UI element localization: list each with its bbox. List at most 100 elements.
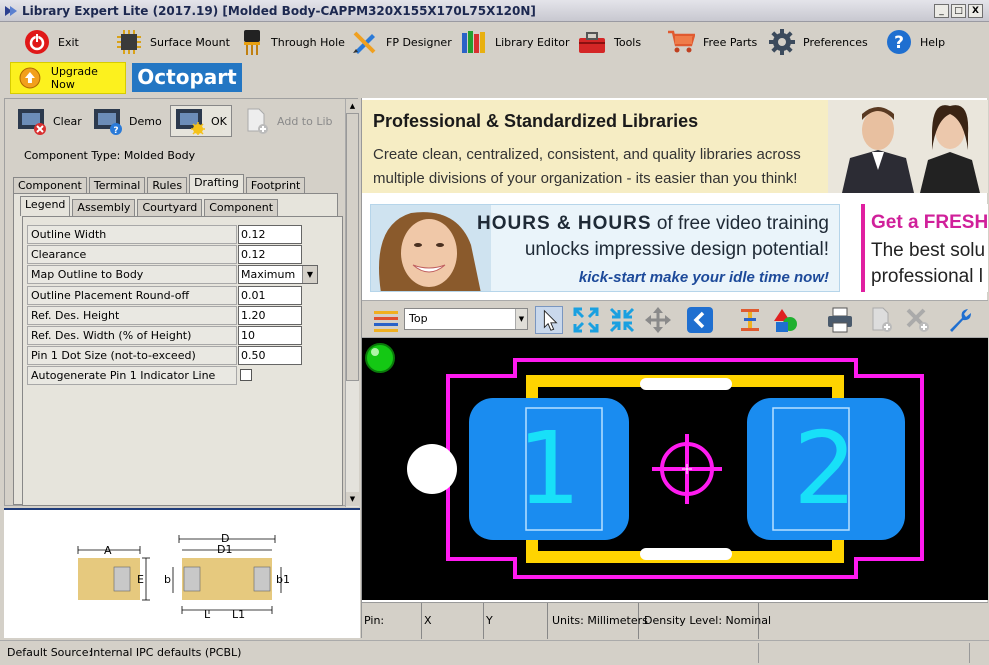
footprint-drawing: 1 2	[365, 343, 924, 579]
title-bar: Library Expert Lite (2017.19) [Molded Bo…	[0, 0, 989, 22]
refdes-height-field[interactable]: 1.20	[238, 306, 302, 325]
exit-label: Exit	[58, 35, 79, 49]
legend-line-bottom	[640, 548, 732, 560]
ad-banner-fresh[interactable]: Get a FRESH The best solu professional l	[861, 204, 988, 292]
status-source-value: Internal IPC defaults (PCBL)	[90, 646, 242, 659]
param-label: Clearance	[27, 245, 237, 264]
ad-people-image	[828, 100, 988, 193]
octopart-logo-button[interactable]: Octopart	[132, 63, 242, 92]
ad-banner-libraries[interactable]: Professional & Standardized Libraries Cr…	[362, 100, 988, 193]
preferences-label: Preferences	[803, 35, 868, 49]
tab-rules[interactable]: Rules	[147, 177, 188, 194]
tab-component[interactable]: Component	[13, 177, 87, 194]
param-row-clearance: Clearance 0.12	[27, 245, 317, 264]
close-button[interactable]: X	[968, 4, 983, 18]
add-to-lib-icon	[247, 108, 268, 134]
refdes-width-field[interactable]: 10	[238, 326, 302, 345]
tab-footprint[interactable]: Footprint	[245, 177, 306, 194]
zoom-in-icon[interactable]	[608, 306, 636, 334]
ad-woman-image	[371, 205, 491, 291]
layers-icon[interactable]	[372, 306, 400, 334]
fp-designer-button[interactable]: FP Designer	[352, 27, 452, 57]
main-toolbar: Exit Surface Mount Through Hole FP Desig…	[0, 22, 989, 62]
upgrade-arrow-icon	[19, 67, 41, 89]
tab-courtyard[interactable]: Courtyard	[137, 199, 203, 216]
autogenerate-checkbox[interactable]	[240, 369, 252, 381]
clear-button[interactable]: Clear	[17, 105, 82, 137]
layer-value: Top	[409, 312, 428, 325]
param-row-map-outline: Map Outline to Body Maximum ▼	[27, 265, 318, 284]
preferences-button[interactable]: Preferences	[769, 27, 868, 57]
help-icon: ?	[887, 30, 911, 54]
library-editor-button[interactable]: Library Editor	[461, 27, 570, 57]
ok-icon	[176, 109, 205, 135]
tab-sub-component[interactable]: Component	[204, 199, 279, 216]
roundoff-field[interactable]: 0.01	[238, 286, 302, 305]
chevron-down-icon[interactable]: ▼	[302, 266, 317, 283]
param-label: Outline Width	[27, 225, 237, 244]
shapes-color-icon[interactable]	[772, 306, 800, 334]
exit-button[interactable]: Exit	[24, 27, 79, 57]
pan-move-icon[interactable]	[644, 306, 672, 334]
panel-scrollbar[interactable]: ▲ ▼	[345, 99, 359, 507]
print-icon[interactable]	[826, 306, 854, 334]
scroll-thumb[interactable]	[346, 113, 359, 381]
tools-button[interactable]: Tools	[578, 27, 641, 57]
align-icon[interactable]	[736, 306, 764, 334]
ok-button[interactable]: OK	[170, 105, 232, 137]
add-to-lib-button[interactable]: Add to Lib	[245, 105, 333, 137]
tools-label: Tools	[614, 35, 642, 49]
surface-mount-button[interactable]: Surface Mount	[116, 27, 230, 57]
top-tabs: Component Terminal Rules Drafting Footpr…	[13, 174, 307, 194]
status-source-label: Default Source:	[7, 646, 93, 659]
ad-banner-video-training[interactable]: HOURS & HOURS of free video training unl…	[370, 204, 840, 292]
back-nav-icon[interactable]	[686, 306, 714, 334]
scroll-up-icon[interactable]: ▲	[346, 99, 359, 113]
tab-drafting[interactable]: Drafting	[189, 174, 244, 194]
param-row-roundoff: Outline Placement Round-off 0.01	[27, 286, 317, 305]
delete-item-icon[interactable]	[904, 306, 932, 334]
tab-legend[interactable]: Legend	[20, 196, 71, 216]
zoom-fit-icon[interactable]	[572, 306, 600, 334]
tab-terminal[interactable]: Terminal	[88, 177, 146, 194]
footprint-canvas[interactable]: 1 2	[362, 338, 988, 600]
add-item-icon[interactable]	[868, 306, 896, 334]
wrench-icon[interactable]	[946, 306, 974, 334]
tab-assembly[interactable]: Assembly	[72, 199, 136, 216]
units-readout: Units: Millimeters	[548, 603, 648, 639]
canvas-toolbar: Top ▼	[362, 300, 988, 338]
param-label: Pin 1 Dot Size (not-to-exceed)	[27, 346, 237, 365]
minimize-button[interactable]: _	[934, 4, 949, 18]
through-hole-button[interactable]: Through Hole	[241, 27, 345, 57]
designer-icon	[353, 31, 376, 54]
outline-width-field[interactable]: 0.12	[238, 225, 302, 244]
scroll-down-icon[interactable]: ▼	[346, 492, 359, 506]
demo-icon: ?	[94, 109, 122, 135]
surface-mount-label: Surface Mount	[150, 35, 230, 49]
param-label: Ref. Des. Height	[27, 306, 237, 325]
free-parts-button[interactable]: Free Parts	[667, 27, 757, 57]
chevron-down-icon[interactable]: ▼	[515, 309, 527, 329]
clear-icon	[18, 109, 46, 135]
pin1-dot	[407, 444, 457, 494]
free-parts-label: Free Parts	[703, 35, 758, 49]
demo-button[interactable]: ? Demo	[93, 105, 162, 137]
clearance-field[interactable]: 0.12	[238, 245, 302, 264]
map-outline-select[interactable]: Maximum ▼	[238, 265, 318, 284]
ad-training-line3: kick-start make your idle time now!	[578, 269, 829, 286]
ad-training-line2: unlocks impressive design potential!	[524, 239, 829, 260]
layer-select[interactable]: Top ▼	[404, 308, 528, 330]
molded-body-diagram: A E D D1 b b1 L L1	[77, 532, 290, 621]
param-row-refdes-width: Ref. Des. Width (% of Height) 10	[27, 326, 317, 345]
drafting-tab-panel: Legend Assembly Courtyard Component Outl…	[13, 193, 343, 506]
ad-heading: Professional & Standardized Libraries	[373, 111, 699, 131]
pin1-dot-size-field[interactable]: 0.50	[238, 346, 302, 365]
pad-2-number: 2	[793, 410, 857, 527]
component-type-label: Component Type: Molded Body	[24, 149, 196, 162]
dim-label-A: A	[104, 544, 112, 557]
maximize-button[interactable]: □	[951, 4, 966, 18]
upgrade-now-button[interactable]: Upgrade Now	[10, 62, 126, 94]
select-cursor-icon[interactable]	[535, 306, 563, 334]
help-button[interactable]: ? Help	[886, 27, 945, 57]
param-label: Autogenerate Pin 1 Indicator Line	[27, 366, 237, 385]
